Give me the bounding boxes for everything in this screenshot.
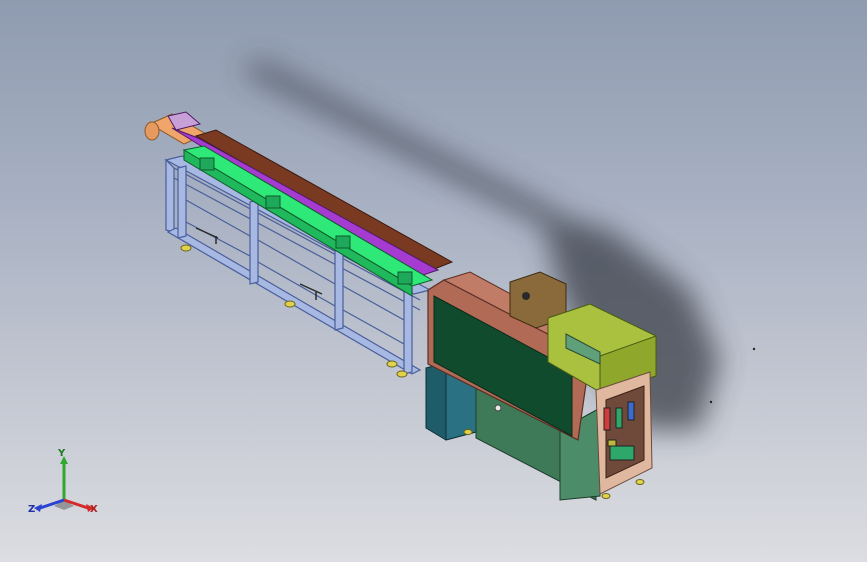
indicator-light	[494, 404, 502, 412]
y-axis-label: Y	[58, 448, 66, 459]
coordinate-triad: Y X Z	[24, 446, 114, 526]
graphics-viewport[interactable]: Y X Z	[0, 0, 867, 562]
coordinate-triad-icon	[34, 456, 94, 512]
motor-shaft	[522, 292, 530, 300]
cad-model-view[interactable]	[0, 0, 867, 562]
x-axis-label: X	[90, 504, 98, 515]
conveyor-belt-green[interactable]	[182, 145, 434, 287]
adjuster-brackets	[195, 227, 323, 300]
stray-point	[752, 347, 756, 351]
z-axis-label: Z	[28, 504, 36, 515]
stray-point	[709, 400, 713, 404]
